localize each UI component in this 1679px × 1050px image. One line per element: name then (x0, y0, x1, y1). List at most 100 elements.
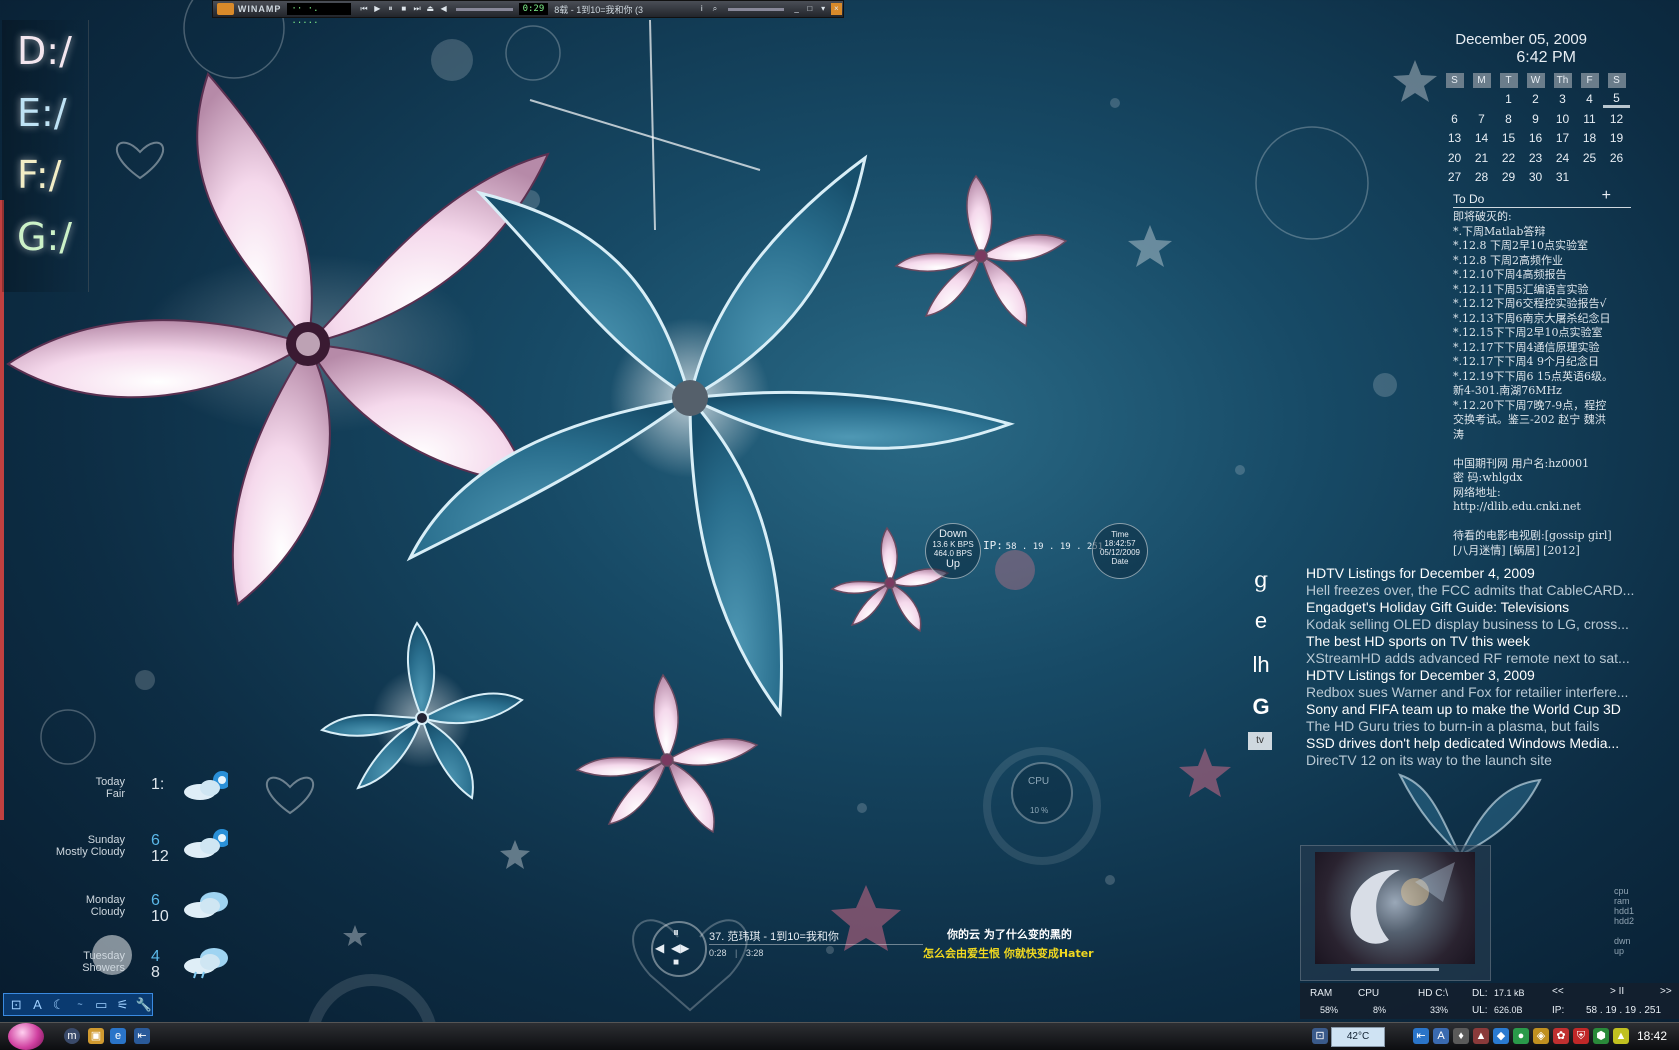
calendar-day[interactable]: 14 (1468, 131, 1495, 145)
winamp-bar[interactable]: WINAMP ·· ·. ..... ⏮ ▶ ⏸ ■ ⏭ ⏏ ◀ 0:29 8载… (212, 0, 844, 26)
drive-f[interactable]: F:/ (2, 144, 88, 206)
prev-icon[interactable]: ◀ (655, 941, 664, 955)
stop-icon[interactable]: ■ (398, 3, 409, 15)
menu-icon[interactable]: m (64, 1028, 80, 1044)
todo-list[interactable]: 即将破灭的: *.下周Matlab答辩 *.12.8 下周2早10点实验室 *.12.… (1453, 210, 1638, 558)
tray-icon[interactable]: ⬢ (1593, 1028, 1609, 1044)
font-icon[interactable]: A (29, 996, 45, 1013)
calendar-day[interactable]: 18 (1576, 131, 1603, 145)
play-pause-button[interactable]: > II (1610, 986, 1624, 997)
keyboard-icon[interactable]: ▭ (93, 996, 109, 1013)
calendar-day[interactable]: 5 (1603, 91, 1630, 108)
calendar-day[interactable]: 24 (1549, 151, 1576, 165)
calendar-day[interactable]: 9 (1522, 112, 1549, 126)
calendar-day[interactable]: 3 (1549, 92, 1576, 106)
tray-icon[interactable]: A (1433, 1028, 1449, 1044)
tray-icon[interactable]: ⇤ (1413, 1028, 1429, 1044)
rss-headline[interactable]: Sony and FIFA team up to make the World … (1306, 701, 1650, 718)
calendar-day[interactable]: 6 (1441, 112, 1468, 126)
volume-slider[interactable] (456, 7, 513, 11)
ie-icon[interactable]: e (110, 1028, 126, 1044)
info-icon[interactable]: i (696, 3, 707, 15)
calendar-day[interactable]: 8 (1495, 112, 1522, 126)
tray-icon[interactable]: ▲ (1473, 1028, 1489, 1044)
rss-headline[interactable]: HDTV Listings for December 4, 2009 (1306, 565, 1650, 582)
menu-icon[interactable]: ▾ (817, 3, 828, 15)
rss-headline[interactable]: Engadget's Holiday Gift Guide: Televisio… (1306, 599, 1650, 616)
play-icon[interactable]: ◀▶ (671, 941, 689, 955)
rss-subheadline[interactable]: Kodak selling OLED display business to L… (1306, 616, 1650, 633)
calendar-day[interactable]: 16 (1522, 131, 1549, 145)
rss-headline[interactable]: HDTV Listings for December 3, 2009 (1306, 667, 1650, 684)
folder-icon[interactable]: ▣ (88, 1028, 104, 1044)
close-icon[interactable]: × (830, 3, 842, 15)
switch-window-icon[interactable]: ⇤ (134, 1028, 150, 1044)
wrench-icon[interactable]: 🔧 (136, 996, 152, 1013)
next-button[interactable]: >> (1660, 986, 1672, 997)
rss-subheadline[interactable]: Redbox sues Warner and Fox for retailier… (1306, 684, 1650, 701)
hdguru-icon[interactable]: G (1248, 694, 1274, 720)
pause-icon[interactable]: ⏸ (385, 3, 396, 15)
tray-icon[interactable]: ● (1513, 1028, 1529, 1044)
prev-icon[interactable]: ⏮ (358, 3, 369, 15)
desktop-icon[interactable]: ⊡ (1312, 1028, 1328, 1044)
calendar-day[interactable]: 17 (1549, 131, 1576, 145)
moon-icon[interactable]: ☾ (51, 996, 67, 1013)
rss-subheadline[interactable]: The HD Guru tries to burn-in a plasma, b… (1306, 718, 1650, 735)
taskbar-clock[interactable]: 18:42 (1637, 1029, 1667, 1043)
engadget-icon[interactable]: e (1248, 608, 1274, 634)
next-icon[interactable]: ⏭ (411, 3, 422, 15)
tools-icon[interactable]: ⚟ (114, 996, 130, 1013)
lifehacker-icon[interactable]: lh (1248, 652, 1274, 678)
restore-icon[interactable]: □ (804, 3, 815, 15)
stop-icon[interactable]: ■ (673, 957, 679, 968)
prev-button[interactable]: << (1552, 986, 1564, 997)
calendar-day[interactable]: 12 (1603, 112, 1630, 126)
calendar-day[interactable]: 4 (1576, 92, 1603, 106)
rss-subheadline[interactable]: XStreamHD adds advanced RF remote next t… (1306, 650, 1650, 667)
calendar-day[interactable]: 28 (1468, 170, 1495, 184)
calendar-day[interactable]: 1 (1495, 92, 1522, 106)
calendar-day[interactable]: 21 (1468, 151, 1495, 165)
tray-icon[interactable]: ▲ (1613, 1028, 1629, 1044)
pause-icon[interactable]: ⏸ (673, 925, 679, 940)
calendar-day[interactable]: 22 (1495, 151, 1522, 165)
calendar-day[interactable]: 7 (1468, 112, 1495, 126)
tv-icon[interactable]: tv (1248, 732, 1272, 750)
tray-icon[interactable]: ♦ (1453, 1028, 1469, 1044)
tray-icon[interactable]: ✿ (1553, 1028, 1569, 1044)
tray-icon[interactable]: ◆ (1493, 1028, 1509, 1044)
lyrics-icon[interactable]: ~ (72, 996, 88, 1013)
calendar-day[interactable]: 2 (1522, 92, 1549, 106)
google-icon[interactable]: g (1248, 568, 1274, 594)
calendar-day[interactable]: 30 (1522, 170, 1549, 184)
calendar-day[interactable]: 27 (1441, 170, 1468, 184)
calendar-day[interactable]: 23 (1522, 151, 1549, 165)
rss-headline[interactable]: SSD drives don't help dedicated Windows … (1306, 735, 1650, 752)
search-icon[interactable]: ⌕ (709, 3, 720, 15)
desktop-icon[interactable]: ⊡ (8, 996, 24, 1013)
tray-icon[interactable]: ◈ (1533, 1028, 1549, 1044)
drive-g[interactable]: G:/ (2, 206, 88, 268)
calendar-day[interactable]: 29 (1495, 170, 1522, 184)
drive-e[interactable]: E:/ (2, 82, 88, 144)
seek-slider[interactable] (727, 7, 784, 11)
play-icon[interactable]: ▶ (372, 3, 383, 15)
calendar-day[interactable]: 31 (1549, 170, 1576, 184)
drive-d[interactable]: D:/ (2, 20, 88, 82)
calendar-day[interactable]: 20 (1441, 151, 1468, 165)
add-todo-button[interactable]: + (1602, 187, 1611, 205)
start-orb[interactable] (8, 1023, 44, 1050)
progress-bar[interactable] (709, 944, 923, 945)
calendar-day[interactable]: 11 (1576, 112, 1603, 126)
rss-subheadline[interactable]: Hell freezes over, the FCC admits that C… (1306, 582, 1650, 599)
eject-icon[interactable]: ⏏ (425, 3, 436, 15)
calendar-day[interactable]: 26 (1603, 151, 1630, 165)
calendar-day[interactable]: 10 (1549, 112, 1576, 126)
minimize-icon[interactable]: _ (791, 3, 802, 15)
rss-subheadline[interactable]: DirecTV 12 on its way to the launch site (1306, 752, 1650, 769)
calendar-day[interactable]: 25 (1576, 151, 1603, 165)
calendar-day[interactable]: 15 (1495, 131, 1522, 145)
calendar-day[interactable]: 19 (1603, 131, 1630, 145)
calendar-day[interactable]: 13 (1441, 131, 1468, 145)
